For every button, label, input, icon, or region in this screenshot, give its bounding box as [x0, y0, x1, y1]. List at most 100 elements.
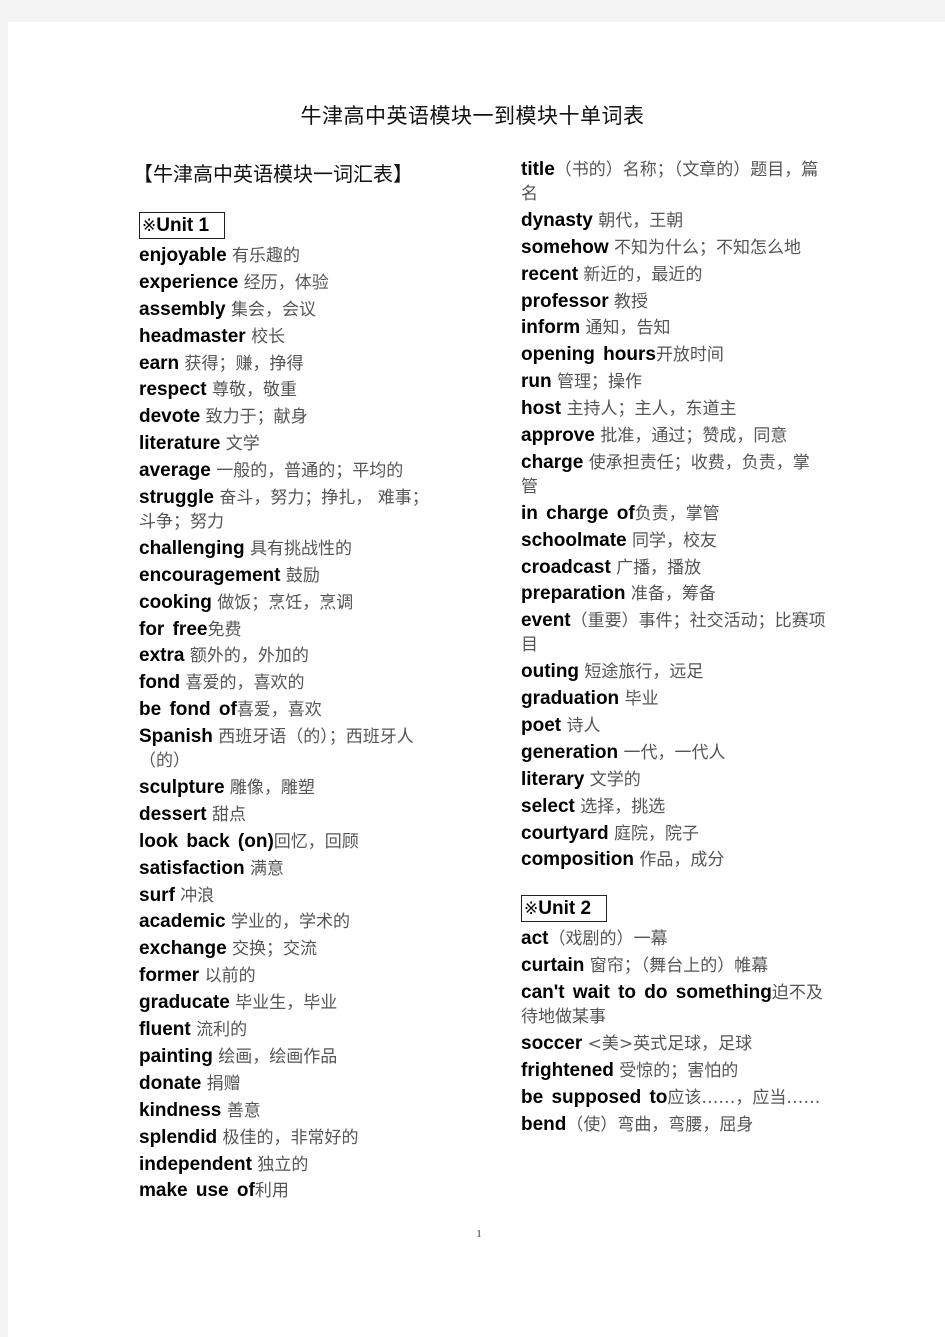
vocabulary-entry: host 主持人；主人，东道主: [521, 397, 826, 421]
vocabulary-entry: experience 经历，体验: [139, 271, 444, 295]
entry-word: devote: [139, 406, 201, 428]
entry-word: experience: [139, 271, 239, 293]
entry-meaning: 喜爱，喜欢: [236, 700, 322, 721]
vocabulary-entry: bend（使）弯曲，弯腰，屈身: [521, 1113, 826, 1137]
vocabulary-entry: former 以前的: [139, 964, 444, 988]
vocabulary-entry: dessert 甜点: [139, 803, 444, 827]
entry-word: painting: [139, 1045, 213, 1067]
vocabulary-list-right: title（书的）名称；（文章的）题目，篇名 dynasty 朝代，王朝 someh…: [521, 158, 826, 872]
page-number: 1: [476, 1228, 482, 1240]
entry-word: for free: [139, 618, 208, 640]
entry-meaning: 新近的，最近的: [578, 264, 703, 285]
entry-word: respect: [139, 379, 207, 401]
vocabulary-entry: fluent 流利的: [139, 1018, 444, 1042]
vocabulary-entry: recent 新近的，最近的: [521, 263, 826, 287]
entry-word: surf: [139, 884, 175, 906]
entry-meaning: 额外的，外加的: [184, 646, 309, 667]
entry-meaning: 一代，一代人: [618, 742, 726, 763]
vocabulary-entry: approve 批准，通过；赞成，同意: [521, 424, 826, 448]
vocabulary-entry: dynasty 朝代，王朝: [521, 209, 826, 233]
entry-meaning: 捐赠: [201, 1073, 241, 1094]
vocabulary-entry: soccer <美>英式足球，足球: [521, 1032, 826, 1056]
vocabulary-entry: surf 冲浪: [139, 884, 444, 908]
entry-meaning: <美>英式足球，足球: [582, 1034, 753, 1055]
vocabulary-list-left: enjoyable 有乐趣的 experience 经历，体验 assembly 集…: [139, 244, 444, 1203]
vocabulary-entry: opening hours开放时间: [521, 343, 826, 367]
entry-word: host: [521, 398, 562, 420]
entry-word: approve: [521, 425, 595, 447]
entry-meaning: 准备，筹备: [625, 584, 716, 605]
entry-word: preparation: [521, 583, 626, 605]
vocabulary-entry: splendid 极佳的，非常好的: [139, 1126, 444, 1150]
entry-word: soccer: [521, 1033, 583, 1055]
entry-meaning: 致力于；献身: [200, 407, 308, 428]
entry-word: opening hours: [521, 344, 656, 366]
entry-word: literature: [139, 433, 221, 455]
entry-meaning: 免费: [207, 619, 242, 640]
entry-meaning: 作品，成分: [633, 850, 725, 871]
vocabulary-entry: be fond of喜爱，喜欢: [139, 698, 444, 722]
entry-meaning: 毕业: [619, 689, 659, 710]
entry-meaning: 冲浪: [174, 885, 215, 906]
entry-word: literary: [521, 768, 585, 790]
vocabulary-entry: select 选择，挑选: [521, 795, 826, 819]
entry-meaning: 毕业生，毕业: [229, 993, 338, 1014]
entry-meaning: 开放时间: [655, 345, 724, 366]
entry-meaning: 应该……，应当……: [667, 1087, 821, 1108]
reference-mark-icon: ※: [524, 899, 539, 920]
entry-word: select: [521, 795, 575, 817]
entry-word: exchange: [139, 938, 227, 960]
entry-word: graduation: [521, 688, 620, 710]
entry-word: fond: [139, 672, 181, 694]
entry-word: headmaster: [139, 325, 246, 347]
entry-word: kindness: [139, 1099, 222, 1121]
entry-word: inform: [521, 317, 581, 339]
vocabulary-entry: enjoyable 有乐趣的: [139, 244, 444, 268]
entry-meaning: 绘画，绘画作品: [212, 1046, 338, 1067]
entry-meaning: 甜点: [206, 804, 247, 825]
entry-word: title: [521, 159, 555, 180]
entry-word: extra: [139, 645, 185, 667]
entry-meaning: （书的）名称；（文章的）题目，篇名: [521, 160, 819, 204]
vocabulary-entry: cooking 做饭；烹饪，烹调: [139, 591, 444, 615]
entry-word: act: [521, 928, 549, 950]
entry-meaning: 流利的: [190, 1020, 248, 1041]
vocabulary-entry: courtyard 庭院，院子: [521, 822, 826, 846]
vocabulary-entry: challenging 具有挑战性的: [139, 537, 444, 561]
entry-word: donate: [139, 1072, 202, 1094]
document-title: 牛津高中英语模块一到模块十单词表: [300, 104, 645, 128]
entry-word: schoolmate: [521, 529, 627, 551]
vocabulary-entry: painting 绘画，绘画作品: [139, 1045, 444, 1069]
entry-word: challenging: [139, 537, 245, 559]
entry-word: be supposed to: [521, 1086, 668, 1108]
vocabulary-list-unit2: act（戏剧的）一幕 curtain 窗帘；（舞台上的）帷幕 can't wait …: [521, 927, 826, 1136]
vocabulary-entry: professor 教授: [521, 290, 826, 314]
entry-word: event: [521, 610, 571, 632]
entry-meaning: 窗帘；（舞台上的）帷幕: [584, 956, 769, 977]
entry-meaning: 文学的: [584, 769, 641, 790]
entry-word: composition: [521, 849, 634, 871]
vocabulary-entry: make use of利用: [139, 1179, 444, 1203]
entry-meaning: 受惊的；害怕的: [613, 1060, 739, 1081]
entry-meaning: （戏剧的）一幕: [548, 929, 668, 950]
unit-label: Unit 1: [156, 215, 210, 236]
entry-meaning: 校长: [245, 326, 286, 347]
vocabulary-entry: satisfaction 满意: [139, 857, 444, 881]
entry-word: outing: [521, 661, 580, 683]
vocabulary-entry: event（重要）事件；社交活动；比赛项目: [521, 609, 826, 657]
entry-meaning: 交换；交流: [226, 939, 318, 960]
vocabulary-entry: donate 捐赠: [139, 1072, 444, 1096]
entry-meaning: 独立的: [251, 1154, 309, 1175]
unit-label: Unit 2: [538, 898, 592, 920]
entry-word: make use of: [139, 1180, 255, 1202]
entry-meaning: 负责，掌管: [634, 503, 720, 524]
left-column: ※Unit 1 enjoyable 有乐趣的 experience 经历，体验 as…: [139, 212, 444, 1206]
vocabulary-entry: schoolmate 同学，校友: [521, 529, 826, 553]
vocabulary-entry: for free免费: [139, 618, 444, 642]
entry-meaning: （使）弯曲，弯腰，屈身: [566, 1114, 754, 1135]
entry-meaning: 雕像，雕塑: [224, 778, 315, 799]
entry-word: generation: [521, 741, 619, 763]
entry-meaning: 有乐趣的: [226, 246, 301, 266]
vocabulary-entry: graduation 毕业: [521, 687, 826, 711]
vocabulary-entry: devote 致力于；献身: [139, 405, 444, 429]
